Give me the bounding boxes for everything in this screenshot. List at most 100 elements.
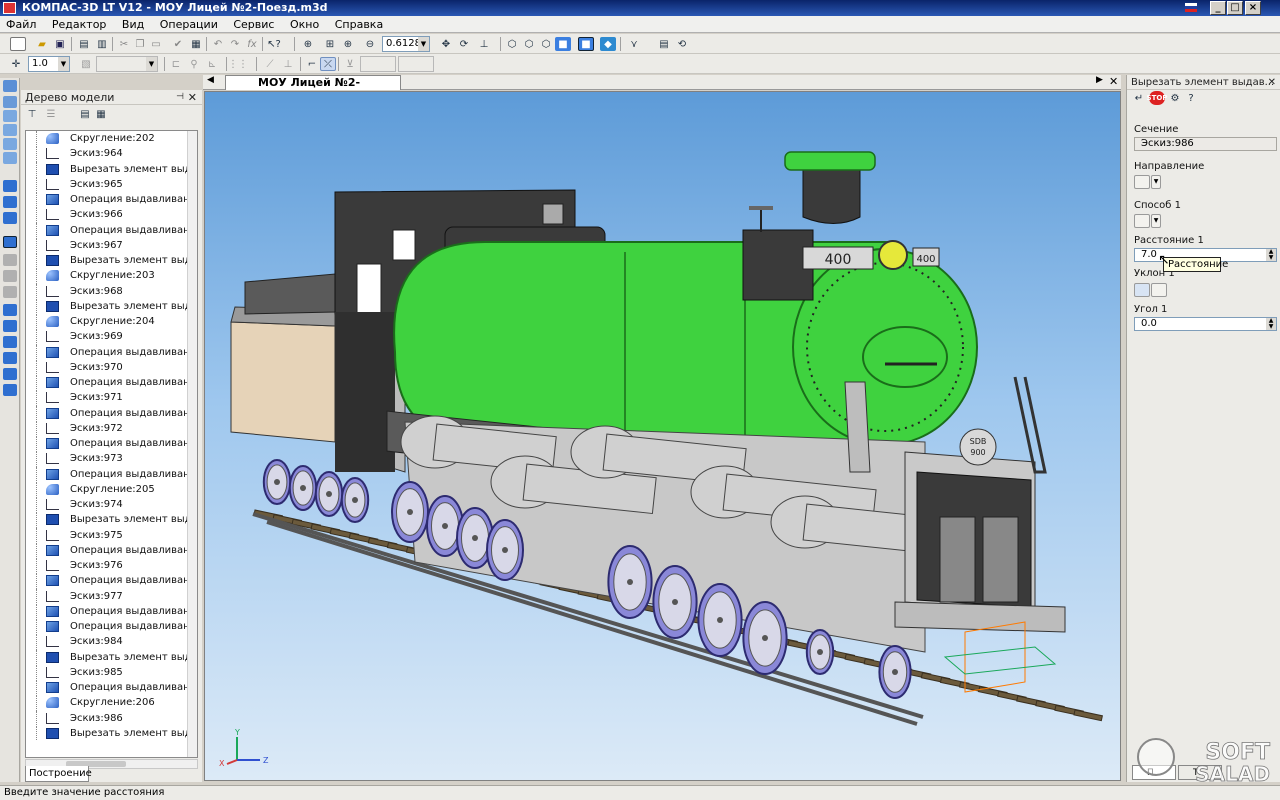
properties-icon[interactable]: ✔ bbox=[170, 37, 186, 51]
save-icon[interactable]: ▣ bbox=[52, 37, 68, 51]
cut-loft-tool-icon[interactable] bbox=[3, 286, 17, 298]
tree-item[interactable]: Эскиз:965 bbox=[26, 176, 197, 192]
zoom-fit-icon[interactable]: ⊕ bbox=[300, 37, 316, 51]
print-preview-icon[interactable]: ▤ bbox=[76, 37, 92, 51]
tree-item[interactable]: Эскиз:984 bbox=[26, 634, 197, 650]
tab-document[interactable]: МОУ Лицей №2-Поезд.m3d bbox=[225, 75, 401, 103]
zoom-in-icon[interactable]: ⊕ bbox=[340, 37, 356, 51]
zoom-window-icon[interactable]: ⊞ bbox=[322, 37, 338, 51]
coordinates-icon[interactable]: ⊻ bbox=[342, 57, 358, 71]
rotate-tool-icon[interactable] bbox=[3, 196, 17, 208]
tree-item[interactable]: Эскиз:973 bbox=[26, 451, 197, 467]
halftone-edges-icon[interactable]: ■ bbox=[578, 37, 594, 51]
tree-detach-icon[interactable]: ▦ bbox=[93, 107, 109, 121]
close-document-icon[interactable]: ✕ bbox=[1109, 75, 1118, 88]
tree-item[interactable]: Эскиз:976 bbox=[26, 558, 197, 574]
hidden-lines-icon[interactable]: ⬡ bbox=[521, 37, 537, 51]
tree-item[interactable]: Операция выдавливания:73 bbox=[26, 542, 197, 558]
tree-item[interactable]: Эскиз:974 bbox=[26, 497, 197, 513]
tree-item[interactable]: Вырезать элемент выдавли bbox=[26, 253, 197, 269]
edit-panel-icon[interactable] bbox=[3, 124, 17, 136]
language-flag-icon[interactable] bbox=[1185, 3, 1197, 12]
rib-tool-icon[interactable] bbox=[3, 352, 17, 364]
refresh-icon[interactable]: ⟲ bbox=[674, 37, 690, 51]
tree-item[interactable]: Операция выдавливания:73 bbox=[26, 436, 197, 452]
menu-view[interactable]: Вид bbox=[116, 16, 150, 33]
menu-editor[interactable]: Редактор bbox=[46, 16, 113, 33]
redo-icon[interactable]: ↷ bbox=[227, 37, 243, 51]
fillet-tool-icon[interactable] bbox=[3, 304, 17, 316]
tree-item[interactable]: Вырезать элемент выдавли bbox=[26, 298, 197, 314]
locomotive-model[interactable]: 400 400 SDB 900 Y Z X bbox=[205, 92, 1121, 781]
angle-spinner[interactable]: ▲ ▼ bbox=[1266, 318, 1276, 330]
tree-item[interactable]: Операция выдавливания:74 bbox=[26, 619, 197, 635]
rotate-icon[interactable]: ⟳ bbox=[456, 37, 472, 51]
tree-item[interactable]: Эскиз:968 bbox=[26, 283, 197, 299]
tree-filter-icon[interactable]: ▤ bbox=[77, 107, 93, 121]
menu-help[interactable]: Справка bbox=[329, 16, 389, 33]
coord-x-field[interactable] bbox=[360, 56, 396, 72]
menu-window[interactable]: Окно bbox=[284, 16, 325, 33]
tree-item[interactable]: Скругление:203 bbox=[26, 268, 197, 284]
cut-rotate-tool-icon[interactable] bbox=[3, 254, 17, 266]
chevron-down-icon[interactable]: ▼ bbox=[1151, 214, 1161, 228]
manager-icon[interactable]: ▦ bbox=[188, 37, 204, 51]
minimize-button[interactable]: _ bbox=[1210, 1, 1226, 15]
chamfer-tool-icon[interactable] bbox=[3, 320, 17, 332]
hole-tool-icon[interactable] bbox=[3, 336, 17, 348]
angle-input[interactable]: 0.0 ▲ ▼ bbox=[1134, 317, 1277, 331]
tree-item[interactable]: Скругление:206 bbox=[26, 695, 197, 711]
zoom-combo[interactable]: 0.6128 ▼ bbox=[382, 36, 430, 52]
open-folder-icon[interactable]: ▰ bbox=[34, 37, 50, 51]
step-cursor-icon[interactable]: ✛ bbox=[8, 57, 24, 71]
tree-item[interactable]: Эскиз:969 bbox=[26, 329, 197, 345]
tree-item[interactable]: Операция выдавливания:73 bbox=[26, 222, 197, 238]
variables-icon[interactable]: fx bbox=[244, 37, 260, 51]
halftone-icon[interactable]: ■ bbox=[555, 37, 571, 51]
3d-viewport[interactable]: 400 400 SDB 900 Y Z X bbox=[204, 91, 1121, 781]
tree-item[interactable]: Эскиз:970 bbox=[26, 359, 197, 375]
wireframe-icon[interactable]: ⬡ bbox=[504, 37, 520, 51]
menu-operations[interactable]: Операции bbox=[154, 16, 224, 33]
link-icon[interactable]: ⚲ bbox=[186, 57, 202, 71]
draft-out-button[interactable] bbox=[1134, 283, 1150, 297]
tree-item[interactable]: Вырезать элемент выдавли bbox=[26, 649, 197, 665]
tree-item[interactable]: Вырезать элемент выдавли bbox=[26, 161, 197, 177]
tree-item[interactable]: Вырезать элемент выдавли bbox=[26, 725, 197, 741]
tab-construction[interactable]: Построение bbox=[25, 766, 92, 782]
array-tool-icon[interactable] bbox=[3, 384, 17, 396]
select-panel-icon[interactable] bbox=[3, 96, 17, 108]
tree-item[interactable]: Операция выдавливания:73 bbox=[26, 603, 197, 619]
new-document-icon[interactable] bbox=[10, 37, 26, 51]
coord-y-field[interactable] bbox=[398, 56, 434, 72]
step-combo[interactable]: 1.0 ▼ bbox=[28, 56, 70, 72]
shell-tool-icon[interactable] bbox=[3, 368, 17, 380]
help-pointer-icon[interactable]: ↖? bbox=[266, 37, 282, 51]
kinematic-tool-icon[interactable] bbox=[3, 212, 17, 224]
tree-item[interactable]: Скругление:204 bbox=[26, 314, 197, 330]
undo-icon[interactable]: ↶ bbox=[210, 37, 226, 51]
tree-item[interactable]: Операция выдавливания:73 bbox=[26, 192, 197, 208]
extrude-tool-icon[interactable] bbox=[3, 180, 17, 192]
filter-panel-icon[interactable] bbox=[3, 152, 17, 164]
tree-item[interactable]: Эскиз:986 bbox=[26, 710, 197, 726]
cut-extrude-tool-icon[interactable] bbox=[3, 236, 17, 248]
grid-icon[interactable]: ⋮⋮ bbox=[228, 57, 248, 71]
chevron-down-icon[interactable]: ▼ bbox=[58, 57, 69, 71]
stop-icon[interactable]: STOP bbox=[1147, 91, 1167, 105]
pin-icon[interactable]: ⊣ bbox=[176, 90, 184, 105]
tree-item[interactable]: Эскиз:985 bbox=[26, 664, 197, 680]
model-tree-list[interactable]: Скругление:202 Эскиз:964 Вырезать элемент … bbox=[25, 130, 198, 758]
layer-icon[interactable]: ▧ bbox=[78, 57, 94, 71]
thin-hidden-icon[interactable]: ⬡ bbox=[538, 37, 554, 51]
print-icon[interactable]: ▥ bbox=[94, 37, 110, 51]
help-icon[interactable]: ? bbox=[1183, 91, 1199, 105]
ortho-icon[interactable]: ⊾ bbox=[204, 57, 220, 71]
menu-file[interactable]: Файл bbox=[0, 16, 42, 33]
tree-item[interactable]: Эскиз:966 bbox=[26, 207, 197, 223]
tree-item[interactable]: Операция выдавливания:73 bbox=[26, 573, 197, 589]
geometry-panel-icon[interactable] bbox=[3, 80, 17, 92]
close-icon[interactable]: ✕ bbox=[1268, 75, 1276, 90]
distance-spinner[interactable]: ▲ ▼ bbox=[1266, 249, 1276, 261]
filter-icon[interactable]: ⋎ bbox=[626, 37, 642, 51]
